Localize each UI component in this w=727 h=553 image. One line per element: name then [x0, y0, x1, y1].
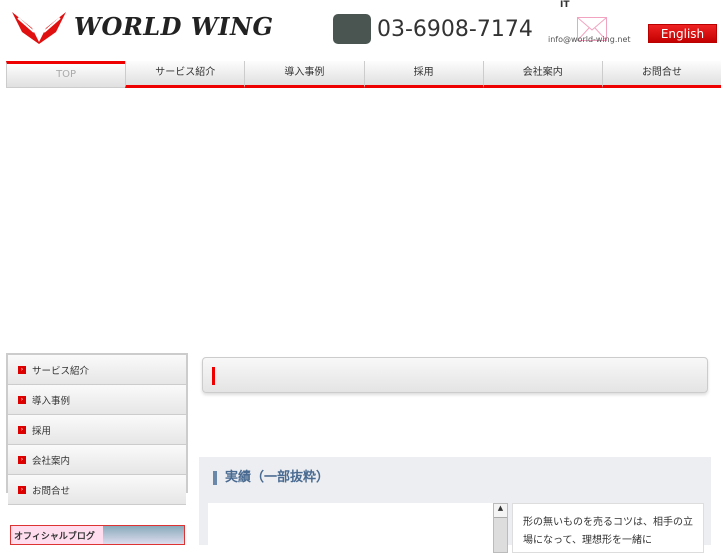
phone-number: 03-6908-7174 [377, 16, 533, 42]
nav-top[interactable]: TOP [6, 61, 126, 88]
logo-text: WORLD WING [74, 11, 274, 41]
sidebar-menu: › サービス紹介 › 導入事例 › 採用 › 会社案内 › お問合せ [6, 353, 188, 505]
results-title: 実績（一部抜粋） [213, 471, 329, 485]
email-link[interactable]: info@world-wing.net [548, 35, 631, 44]
nav-company[interactable]: 会社案内 [482, 61, 602, 88]
english-button[interactable]: English [648, 24, 717, 43]
arrow-icon: › [18, 425, 26, 434]
wing-logo-icon [12, 12, 66, 44]
phone-block: 03-6908-7174 [333, 14, 533, 44]
airplane-image [103, 526, 184, 544]
arrow-icon: › [18, 365, 26, 374]
sidebar-item-label: 採用 [32, 425, 52, 437]
nav-recruit[interactable]: 採用 [363, 61, 483, 88]
sidebar-item-cases[interactable]: › 導入事例 [8, 385, 186, 415]
arrow-icon: › [18, 485, 26, 494]
sidebar-item-company[interactable]: › 会社案内 [8, 445, 186, 475]
main-nav: TOP サービス紹介 導入事例 採用 会社案内 お問合せ [6, 61, 722, 88]
sidebar-item-label: 導入事例 [32, 395, 71, 407]
sidebar-item-recruit[interactable]: › 採用 [8, 415, 186, 445]
red-accent [212, 367, 215, 385]
official-blog-banner[interactable]: オフィシャルブログ [10, 525, 185, 545]
logo[interactable]: WORLD WING [10, 8, 273, 44]
arrow-icon: › [18, 455, 26, 464]
scrollbar[interactable]: ▲ [493, 503, 508, 553]
arrow-icon: › [18, 395, 26, 404]
nav-services[interactable]: サービス紹介 [125, 61, 245, 88]
sidebar-item-services[interactable]: › サービス紹介 [8, 355, 186, 385]
results-section: 実績（一部抜粋） ▲ 形の無いものを売るコツは、相手の立場になって、理想形を一緒… [199, 457, 711, 553]
sidebar-item-label: お問合せ [32, 485, 71, 497]
sidebar-item-label: 会社案内 [32, 455, 71, 467]
results-text: 形の無いものを売るコツは、相手の立場になって、理想形を一緒に [512, 503, 704, 553]
nav-contact[interactable]: お問合せ [601, 61, 722, 88]
sidebar-item-label: サービス紹介 [32, 365, 90, 377]
results-list [208, 503, 493, 553]
title-bar [202, 357, 708, 393]
scroll-up-icon[interactable]: ▲ [494, 504, 507, 518]
it-label: IT [560, 0, 570, 10]
phone-icon [333, 14, 371, 44]
blog-label: オフィシャルブログ [11, 526, 103, 544]
sidebar-item-contact[interactable]: › お問合せ [8, 475, 186, 505]
nav-cases[interactable]: 導入事例 [244, 61, 364, 88]
